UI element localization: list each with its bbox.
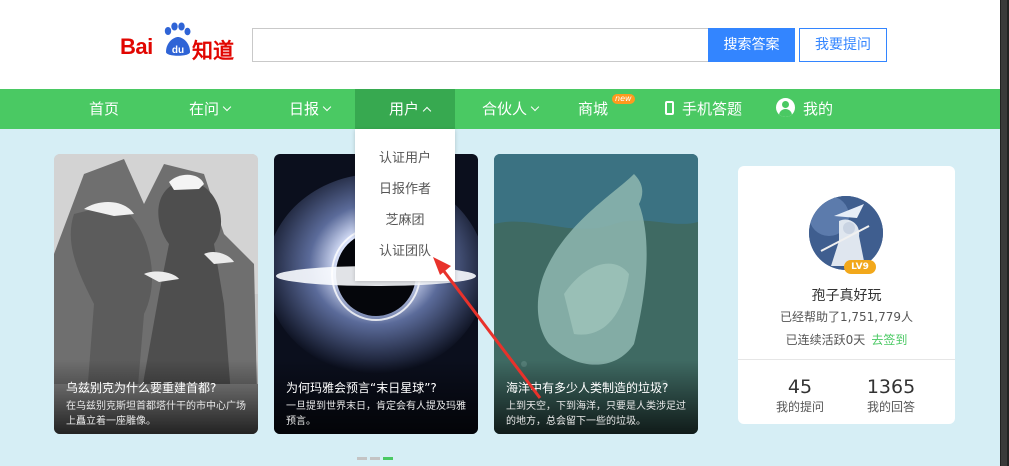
divider [738,359,955,360]
users-dropdown-menu: 认证用户 日报作者 芝麻团 认证团队 [355,129,455,281]
answers-count: 1365 [866,376,916,398]
carousel-dot[interactable] [370,457,380,460]
nav-item-mobile[interactable]: 手机答题 [665,89,742,129]
nav-label: 合伙人 [482,100,528,118]
chevron-down-icon [322,102,332,112]
card-desc: 上到天空，下到海洋，只要是人类涉足过的地方，总会留下一些的垃圾。 [506,401,686,427]
article-card[interactable]: 乌兹别克为什么要重建首都? 在乌兹别克斯坦首都塔什干的市中心广场上矗立着一座雕像… [54,154,258,434]
logo-zhidao-text: 知道 [192,39,234,63]
nav-label: 手机答题 [682,100,743,118]
dropdown-item-certified-teams[interactable]: 认证团队 [355,236,455,267]
questions-count: 45 [787,376,813,398]
card-caption: 海洋中有多少人类制造的垃圾? 上到天空，下到海洋，只要是人类涉足过的地方，总会留… [494,360,698,434]
nav-item-partner[interactable]: 合伙人 [482,89,540,129]
streak-row: 已连续活跃0天 去签到 [738,331,955,348]
search-input[interactable] [252,28,708,62]
avatar[interactable] [809,196,883,270]
nav-item-mine[interactable]: 我的 [776,89,833,129]
hero-section: 乌兹别克为什么要重建首都? 在乌兹别克斯坦首都塔什干的市中心广场上矗立着一座雕像… [0,129,1000,466]
baidu-zhidao-logo[interactable]: Bai du 知道 [120,22,240,66]
card-desc: 一旦提到世界末日，肯定会有人提及玛雅预言。 [286,401,466,427]
chevron-down-icon [530,102,540,112]
ask-question-button[interactable]: 我要提问 [799,28,887,62]
nav-item-users[interactable]: 用户 [355,89,455,129]
logo-du-text: du [172,45,184,56]
dropdown-item-certified-users[interactable]: 认证用户 [355,143,455,174]
page: Bai du 知道 搜索答案 我要提问 首页 在问 日报 用户 合伙人 商城 ne… [0,0,1009,466]
helped-count: 已经帮助了1,751,779人 [779,310,914,324]
nav-item-home[interactable]: 首页 [89,89,119,129]
article-card[interactable]: 海洋中有多少人类制造的垃圾? 上到天空，下到海洋，只要是人类涉足过的地方，总会留… [494,154,698,434]
new-badge: new [612,94,635,104]
answers-label: 我的回答 [866,400,915,414]
search-button[interactable]: 搜索答案 [708,28,795,62]
logo-bai-text: Bai [120,34,153,59]
questions-label: 我的提问 [775,400,824,414]
user-name[interactable]: 孢子真好玩 [738,285,955,305]
main-nav: 首页 在问 日报 用户 合伙人 商城 new 手机答题 我的 [0,89,1000,129]
carousel-dot[interactable] [357,457,367,460]
card-title: 为何玛雅会预言“末日星球”? [286,381,437,395]
nav-label: 首页 [89,100,120,118]
scrollbar[interactable] [1000,0,1009,466]
phone-icon [665,100,674,115]
chevron-up-icon [422,106,432,116]
streak-text: 已连续活跃0天 [785,333,866,347]
my-answers-stat[interactable]: 1365 我的回答 [851,376,931,415]
carousel-dot-active[interactable] [383,457,393,460]
nav-item-asking[interactable]: 在问 [189,89,232,129]
carousel-dots [357,445,396,464]
card-caption: 乌兹别克为什么要重建首都? 在乌兹别克斯坦首都塔什干的市中心广场上矗立着一座雕像… [54,360,258,434]
card-title: 乌兹别克为什么要重建首都? [66,381,217,395]
nav-item-daily[interactable]: 日报 [289,89,332,129]
user-panel: LV9 孢子真好玩 已经帮助了1,751,779人 已连续活跃0天 去签到 45 … [738,166,955,424]
dropdown-item-daily-authors[interactable]: 日报作者 [355,174,455,205]
card-caption: 为何玛雅会预言“末日星球”? 一旦提到世界末日，肯定会有人提及玛雅预言。 [274,360,478,434]
card-desc: 在乌兹别克斯坦首都塔什干的市中心广场上矗立着一座雕像。 [66,401,246,427]
header: Bai du 知道 搜索答案 我要提问 [0,0,1000,89]
nav-label: 我的 [803,100,834,118]
paw-icon: du [164,22,191,56]
chevron-down-icon [222,102,232,112]
card-title: 海洋中有多少人类制造的垃圾? [506,381,669,395]
nav-label: 用户 [389,100,420,118]
user-icon [776,98,795,117]
my-questions-stat[interactable]: 45 我的提问 [760,376,840,415]
level-badge: LV9 [844,260,876,274]
sign-in-link[interactable]: 去签到 [871,333,907,347]
nav-item-mall[interactable]: 商城 new [578,89,638,129]
nav-label: 日报 [289,100,320,118]
nav-label: 商城 [578,100,609,118]
nav-label: 在问 [189,100,220,118]
dropdown-item-sesame-group[interactable]: 芝麻团 [355,205,455,236]
